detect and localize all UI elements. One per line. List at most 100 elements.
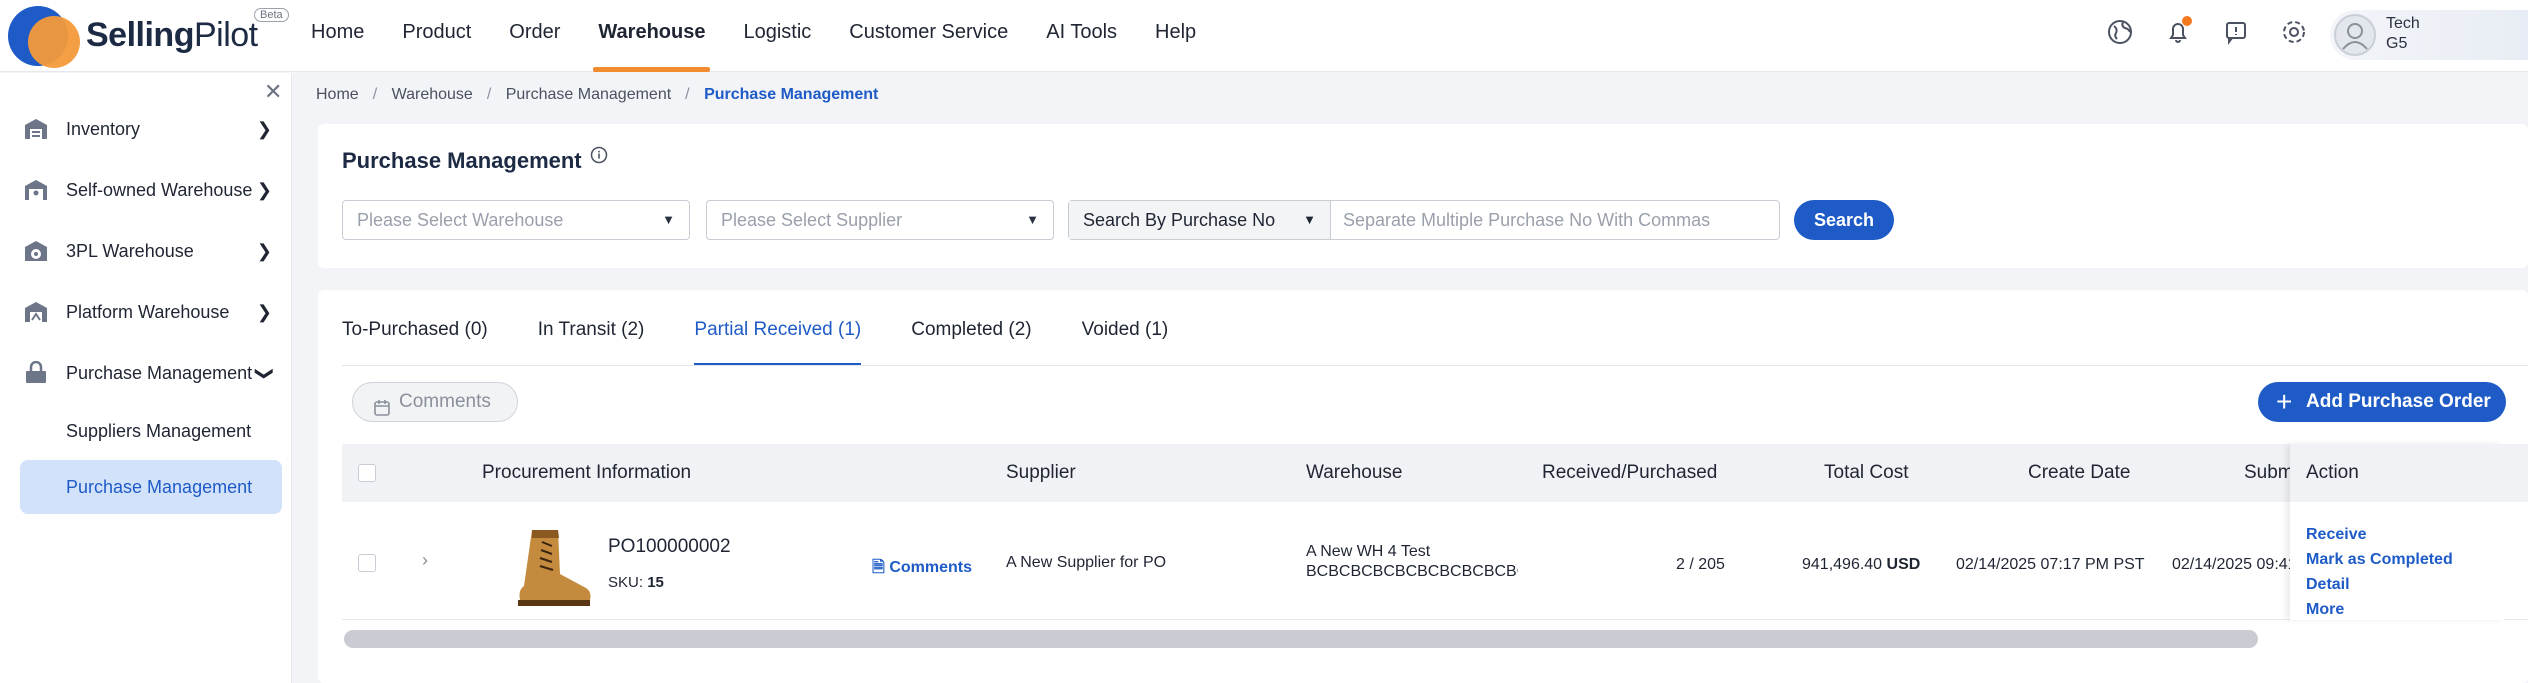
supplier-select[interactable]: Please Select Supplier ▼ bbox=[706, 200, 1054, 240]
breadcrumb-purchase-management[interactable]: Purchase Management bbox=[506, 86, 671, 103]
tab-voided[interactable]: Voided (1) bbox=[1082, 312, 1169, 366]
top-bar: SellingPilot Beta Home Product Order War… bbox=[0, 0, 2528, 72]
table-row: › PO100000002 SKU: 15 🗎 Comments A New S… bbox=[342, 502, 2528, 620]
row-checkbox[interactable] bbox=[358, 554, 376, 572]
select-all-checkbox[interactable] bbox=[358, 464, 376, 482]
caret-down-icon: ▼ bbox=[1303, 212, 1316, 227]
beta-badge: Beta bbox=[254, 8, 289, 22]
sidebar-item-3pl-warehouse[interactable]: 3PL Warehouse ❯ bbox=[20, 229, 282, 273]
gear-icon[interactable] bbox=[2276, 14, 2312, 50]
chevron-right-icon: ❯ bbox=[256, 118, 272, 139]
purchase-icon bbox=[20, 357, 52, 389]
action-column: Action Receive Mark as Completed Detail … bbox=[2290, 444, 2504, 620]
nav-help[interactable]: Help bbox=[1136, 0, 1215, 72]
sidebar-item-platform-warehouse[interactable]: Platform Warehouse ❯ bbox=[20, 290, 282, 334]
top-icons bbox=[2102, 14, 2312, 50]
tab-completed[interactable]: Completed (2) bbox=[911, 312, 1031, 366]
notification-dot bbox=[2182, 16, 2192, 26]
platform-warehouse-icon bbox=[20, 296, 52, 328]
feedback-icon[interactable] bbox=[2218, 14, 2254, 50]
po-number[interactable]: PO100000002 bbox=[608, 536, 731, 558]
globe-icon[interactable] bbox=[2102, 14, 2138, 50]
sidebar-item-purchase-management[interactable]: Purchase Management ❯ bbox=[20, 351, 282, 395]
breadcrumb: Home / Warehouse / Purchase Management / Pu… bbox=[316, 86, 879, 103]
tab-to-purchased[interactable]: To-Purchased (0) bbox=[342, 312, 488, 366]
caret-down-icon: ▼ bbox=[662, 212, 675, 227]
col-total-cost: Total Cost bbox=[1824, 462, 1909, 483]
caret-down-icon: ▼ bbox=[1026, 212, 1039, 227]
sidebar-item-label: Inventory bbox=[66, 118, 141, 139]
table-header: Procurement Information Supplier Warehou… bbox=[342, 444, 2528, 502]
chevron-right-icon: ❯ bbox=[256, 240, 272, 261]
nav-warehouse[interactable]: Warehouse bbox=[579, 0, 724, 72]
nav-product[interactable]: Product bbox=[383, 0, 490, 72]
user-menu[interactable]: Tech G5 bbox=[2330, 10, 2528, 60]
sidebar-item-label: Purchase Management bbox=[66, 362, 253, 383]
inventory-icon bbox=[20, 113, 52, 145]
chevron-right-icon: ❯ bbox=[256, 301, 272, 322]
plus-icon: + bbox=[2276, 386, 2293, 417]
total-cost-cell: 941,496.40 USD bbox=[1802, 556, 1921, 573]
horizontal-scrollbar[interactable] bbox=[344, 630, 2258, 648]
avatar bbox=[2334, 14, 2376, 56]
breadcrumb-current: Purchase Management bbox=[704, 86, 879, 103]
divider bbox=[342, 365, 2528, 366]
product-image bbox=[512, 522, 594, 612]
supplier-cell: A New Supplier for PO bbox=[1006, 554, 1167, 571]
main-nav: Home Product Order Warehouse Logistic Cu… bbox=[292, 0, 1215, 72]
sidebar-subitem-suppliers-management[interactable]: Suppliers Management bbox=[20, 404, 282, 458]
close-icon[interactable]: ✕ bbox=[264, 79, 282, 105]
bell-icon[interactable] bbox=[2160, 14, 2196, 50]
comments-button[interactable]: Comments bbox=[352, 382, 518, 422]
col-received: Received/Purchased bbox=[1542, 462, 1718, 483]
status-tabs: To-Purchased (0) In Transit (2) Partial … bbox=[342, 312, 1218, 366]
logo[interactable]: SellingPilot Beta bbox=[8, 4, 289, 68]
nav-home[interactable]: Home bbox=[292, 0, 383, 72]
col-create-date: Create Date bbox=[2028, 462, 2131, 483]
breadcrumb-home[interactable]: Home bbox=[316, 86, 359, 103]
warehouse-select[interactable]: Please Select Warehouse ▼ bbox=[342, 200, 690, 240]
col-warehouse: Warehouse bbox=[1306, 462, 1403, 483]
sku-count: SKU: 15 bbox=[608, 574, 664, 591]
list-card: To-Purchased (0) In Transit (2) Partial … bbox=[318, 290, 2528, 683]
sidebar-item-label: Self-owned Warehouse bbox=[66, 179, 253, 200]
breadcrumb-warehouse[interactable]: Warehouse bbox=[392, 86, 473, 103]
sidebar-item-label: 3PL Warehouse bbox=[66, 240, 194, 261]
row-comments-link[interactable]: 🗎 Comments bbox=[872, 556, 972, 583]
self-warehouse-icon bbox=[20, 174, 52, 206]
info-icon[interactable] bbox=[590, 146, 608, 169]
col-supplier: Supplier bbox=[1006, 462, 1076, 483]
tab-in-transit[interactable]: In Transit (2) bbox=[538, 312, 645, 366]
purchase-no-input[interactable] bbox=[1333, 201, 1773, 239]
col-action: Action bbox=[2290, 444, 2504, 502]
3pl-warehouse-icon bbox=[20, 235, 52, 267]
nav-order[interactable]: Order bbox=[490, 0, 579, 72]
receive-link[interactable]: Receive bbox=[2306, 526, 2367, 544]
sidebar-item-self-owned-warehouse[interactable]: Self-owned Warehouse ❯ bbox=[20, 168, 282, 212]
search-button[interactable]: Search bbox=[1794, 200, 1894, 240]
nav-logistic[interactable]: Logistic bbox=[724, 0, 830, 72]
chevron-down-icon: ❯ bbox=[254, 365, 275, 381]
warehouse-cell: A New WH 4 Test BCBCBCBCBCBCBCBCBCBC bbox=[1306, 543, 1518, 580]
detail-link[interactable]: Detail bbox=[2306, 576, 2350, 594]
user-name: Tech G5 bbox=[2386, 15, 2420, 52]
chevron-right-icon: ❯ bbox=[256, 179, 272, 200]
received-cell: 2 / 205 bbox=[1676, 556, 1725, 573]
sidebar-item-inventory[interactable]: Inventory ❯ bbox=[20, 107, 282, 151]
nav-ai-tools[interactable]: AI Tools bbox=[1027, 0, 1136, 72]
page-title: Purchase Management bbox=[342, 148, 582, 173]
col-procurement: Procurement Information bbox=[482, 462, 692, 483]
filter-card: Purchase Management Please Select Wareho… bbox=[318, 124, 2528, 268]
search-by-select[interactable]: Search By Purchase No ▼ bbox=[1069, 201, 1331, 239]
more-link[interactable]: More bbox=[2306, 601, 2344, 619]
sidebar: ✕ Inventory ❯ Self-owned Warehouse ❯ 3PL… bbox=[0, 73, 292, 683]
tab-partial-received[interactable]: Partial Received (1) bbox=[694, 312, 861, 366]
add-purchase-order-button[interactable]: + Add Purchase Order bbox=[2258, 382, 2506, 422]
expand-chevron-icon[interactable]: › bbox=[422, 550, 428, 571]
sidebar-subitem-purchase-management[interactable]: Purchase Management bbox=[20, 460, 282, 514]
document-icon: 🗎 bbox=[872, 559, 885, 576]
nav-customer-service[interactable]: Customer Service bbox=[830, 0, 1027, 72]
sidebar-item-label: Platform Warehouse bbox=[66, 301, 230, 322]
mark-completed-link[interactable]: Mark as Completed bbox=[2306, 551, 2453, 569]
purchase-search: Search By Purchase No ▼ bbox=[1068, 200, 1780, 240]
